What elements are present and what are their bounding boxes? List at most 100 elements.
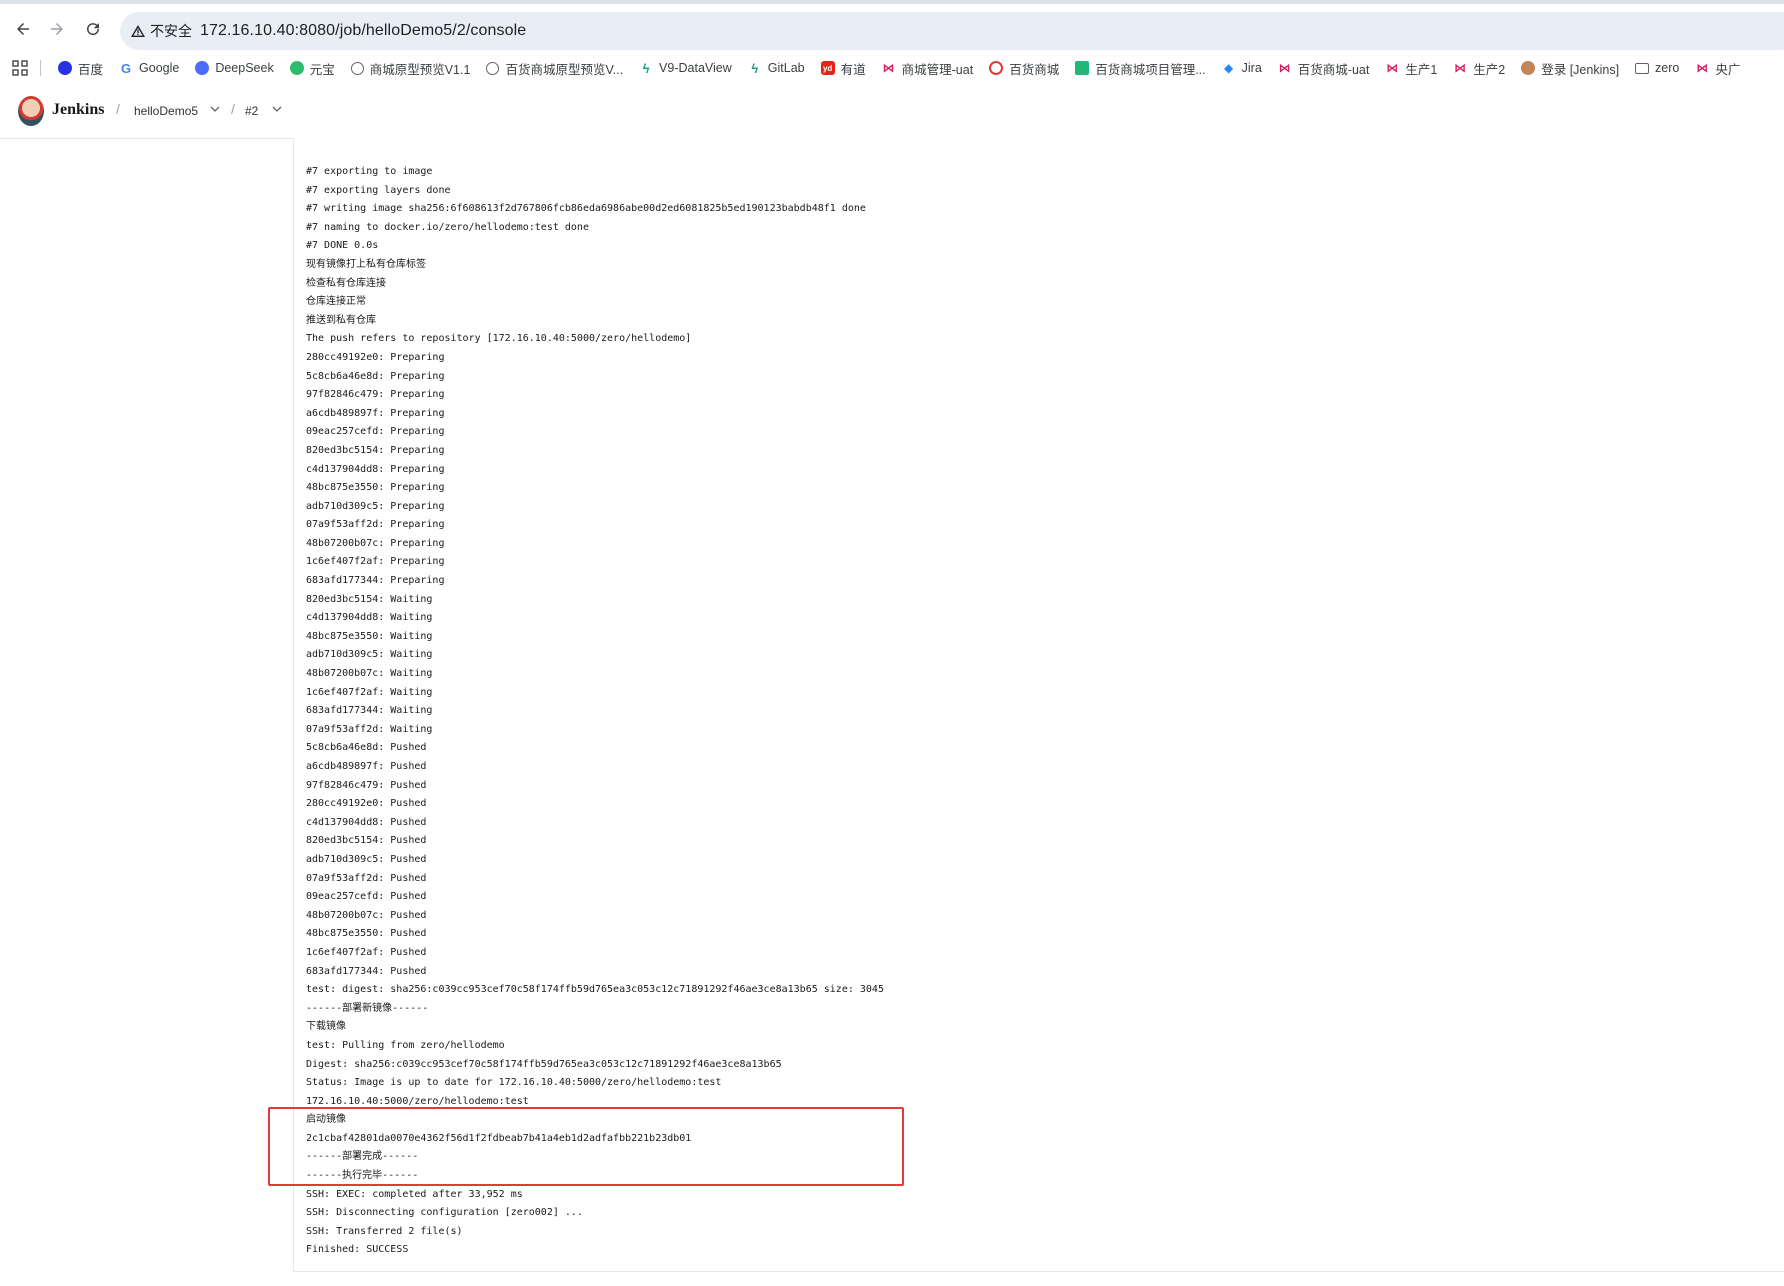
console-line: 820ed3bc5154: Preparing bbox=[306, 444, 445, 456]
console-line: 97f82846c479: Preparing bbox=[306, 389, 445, 401]
console-line: 48bc875e3550: Preparing bbox=[306, 482, 445, 494]
console-line: c4d137904dd8: Preparing bbox=[306, 463, 445, 475]
bookmark-item[interactable]: 百度 bbox=[58, 54, 111, 82]
bookmark-label: 百货商城原型预览V... bbox=[505, 62, 624, 77]
bookmark-label: 商城管理-uat bbox=[901, 62, 974, 77]
bookmark-item[interactable]: 百货商城原型预览V... bbox=[486, 54, 631, 82]
bookmarks-bar: 百度 G Google DeepSeek 元宝 商城原型预览V1.1 百货商城原型预览V..… bbox=[0, 52, 1784, 85]
console-line: 推送到私有仓库 bbox=[306, 314, 376, 326]
grid-icon bbox=[1075, 61, 1090, 75]
security-label: 不安全 bbox=[150, 23, 192, 39]
console-line: #7 exporting layers done bbox=[306, 184, 451, 196]
console-line: ------执行完毕------ bbox=[306, 1170, 419, 1182]
console-line: The push refers to repository [172.16.10… bbox=[306, 333, 692, 345]
console-line: 820ed3bc5154: Waiting bbox=[306, 593, 433, 605]
back-arrow-icon bbox=[17, 23, 29, 35]
user-icon bbox=[1521, 61, 1536, 75]
console-line: 48bc875e3550: Waiting bbox=[306, 630, 433, 642]
chevron-down-icon[interactable] bbox=[271, 103, 283, 115]
baidu-icon bbox=[58, 61, 72, 75]
bookmark-label: GitLab bbox=[767, 61, 805, 75]
back-button[interactable] bbox=[10, 16, 36, 42]
deepseek-icon bbox=[195, 61, 210, 75]
bookmark-label: 百度 bbox=[78, 62, 104, 77]
console-line: 09eac257cefd: Pushed bbox=[306, 891, 427, 903]
jenkins-logo-icon[interactable] bbox=[18, 96, 44, 126]
bookmark-item[interactable]: 商城原型预览V1.1 bbox=[350, 54, 479, 82]
google-icon: G bbox=[119, 60, 134, 76]
bookmark-label: 百货商城 bbox=[1009, 62, 1060, 77]
bookmark-label: 百货商城-uat bbox=[1297, 62, 1370, 77]
bookmark-item[interactable]: ⋈ 商城管理-uat bbox=[881, 54, 982, 82]
address-bar[interactable]: 不安全 172.16.10.40:8080/job/helloDemo5/2/c… bbox=[120, 12, 1784, 50]
jenkins-home-link[interactable]: Jenkins bbox=[52, 101, 104, 119]
bookmark-label: 元宝 bbox=[309, 62, 335, 77]
console-line: adb710d309c5: Pushed bbox=[306, 853, 427, 865]
bookmark-item[interactable]: 百货商城 bbox=[989, 54, 1067, 82]
breadcrumb-job[interactable]: helloDemo5 bbox=[134, 104, 198, 118]
security-indicator[interactable]: 不安全 bbox=[130, 21, 192, 41]
console-line: a6cdb489897f: Preparing bbox=[306, 407, 445, 419]
youdao-icon: yd bbox=[820, 61, 835, 75]
bookmark-item[interactable]: DeepSeek bbox=[195, 54, 281, 82]
console-line: Finished: SUCCESS bbox=[306, 1244, 409, 1256]
bookmark-list: 百度 G Google DeepSeek 元宝 商城原型预览V1.1 百货商城原型预览V..… bbox=[58, 52, 1756, 84]
console-line: 下载镜像 bbox=[306, 1021, 346, 1033]
console-line: #7 naming to docker.io/zero/hellodemo:te… bbox=[306, 221, 589, 233]
bookmark-label: 央广 bbox=[1715, 62, 1741, 77]
bookmark-item[interactable]: ⋈ 生产2 bbox=[1453, 54, 1513, 82]
console-line: 820ed3bc5154: Pushed bbox=[306, 835, 427, 847]
console-line: a6cdb489897f: Pushed bbox=[306, 761, 427, 772]
console-line: #7 DONE 0.0s bbox=[306, 240, 379, 252]
browser-toolbar: 不安全 172.16.10.40:8080/job/helloDemo5/2/c… bbox=[0, 0, 1784, 56]
console-line: 5c8cb6a46e8d: Pushed bbox=[306, 742, 427, 754]
bookmark-item[interactable]: ◆ Jira bbox=[1221, 54, 1270, 82]
globe-icon bbox=[486, 61, 500, 75]
bookmark-item[interactable]: 登录 [Jenkins] bbox=[1521, 54, 1627, 82]
console-line: 1c6ef407f2af: Preparing bbox=[306, 556, 445, 568]
console-line: 现有镜像打上私有仓库标签 bbox=[306, 258, 426, 270]
bookmark-label: 登录 [Jenkins] bbox=[1541, 62, 1620, 77]
console-line: 97f82846c479: Pushed bbox=[306, 779, 427, 791]
console-line: 09eac257cefd: Preparing bbox=[306, 426, 445, 438]
bookmark-item[interactable]: ⋈ 央广 bbox=[1695, 54, 1748, 82]
bookmarks-divider bbox=[40, 60, 41, 76]
console-line: 07a9f53aff2d: Waiting bbox=[306, 723, 433, 735]
bookmark-item[interactable]: ϟ V9-DataView bbox=[639, 54, 740, 82]
console-line: 280cc49192e0: Preparing bbox=[306, 351, 445, 363]
console-line: SSH: Disconnecting configuration [zero00… bbox=[306, 1207, 583, 1219]
console-line: 2c1cbaf42801da0070e4362f56d1f2fdbeab7b41… bbox=[306, 1132, 692, 1144]
url-text[interactable]: 172.16.10.40:8080/job/helloDemo5/2/conso… bbox=[200, 22, 526, 40]
reload-button[interactable] bbox=[80, 16, 106, 42]
bookmark-item[interactable]: 百货商城项目管理... bbox=[1075, 54, 1213, 82]
console-line: 48b07200b07c: Pushed bbox=[306, 909, 427, 921]
bookmark-item[interactable]: 元宝 bbox=[289, 54, 343, 82]
console-line: ------部署新镜像------ bbox=[306, 1002, 429, 1014]
bow-icon: ⋈ bbox=[881, 61, 896, 75]
bookmark-item[interactable]: yd 有道 bbox=[820, 54, 874, 82]
bookmark-label: 商城原型预览V1.1 bbox=[369, 62, 471, 77]
bookmark-label: Google bbox=[139, 61, 180, 75]
breadcrumb-build[interactable]: #2 bbox=[245, 104, 258, 118]
apps-grid-icon[interactable] bbox=[12, 60, 28, 76]
bookmark-item[interactable]: ⋈ 生产1 bbox=[1385, 54, 1445, 82]
forward-button[interactable] bbox=[44, 16, 70, 42]
bow-icon: ⋈ bbox=[1695, 61, 1710, 75]
bookmark-item[interactable]: ⋈ 百货商城-uat bbox=[1277, 54, 1378, 82]
console-line: 启动镜像 bbox=[306, 1114, 346, 1126]
console-line: c4d137904dd8: Waiting bbox=[306, 612, 433, 624]
bookmark-label: 有道 bbox=[840, 62, 866, 77]
console-line: 仓库连接正常 bbox=[306, 296, 366, 308]
chevron-down-icon[interactable] bbox=[209, 103, 221, 115]
bookmark-label: 生产1 bbox=[1405, 62, 1438, 77]
bookmark-item[interactable]: zero bbox=[1635, 54, 1687, 82]
bookmark-item[interactable]: ϟ GitLab bbox=[747, 54, 813, 82]
console-line: Status: Image is up to date for 172.16.1… bbox=[306, 1077, 722, 1089]
console-output: #7 exporting to image #7 exporting layers… bbox=[306, 163, 884, 1260]
console-line: 172.16.10.40:5000/zero/hellodemo:test bbox=[306, 1095, 529, 1107]
bookmark-label: zero bbox=[1655, 61, 1680, 75]
huo-icon bbox=[989, 61, 1004, 75]
bookmark-item[interactable]: G Google bbox=[119, 54, 187, 82]
folder-icon bbox=[1635, 62, 1650, 74]
yuanbao-icon bbox=[289, 61, 304, 75]
